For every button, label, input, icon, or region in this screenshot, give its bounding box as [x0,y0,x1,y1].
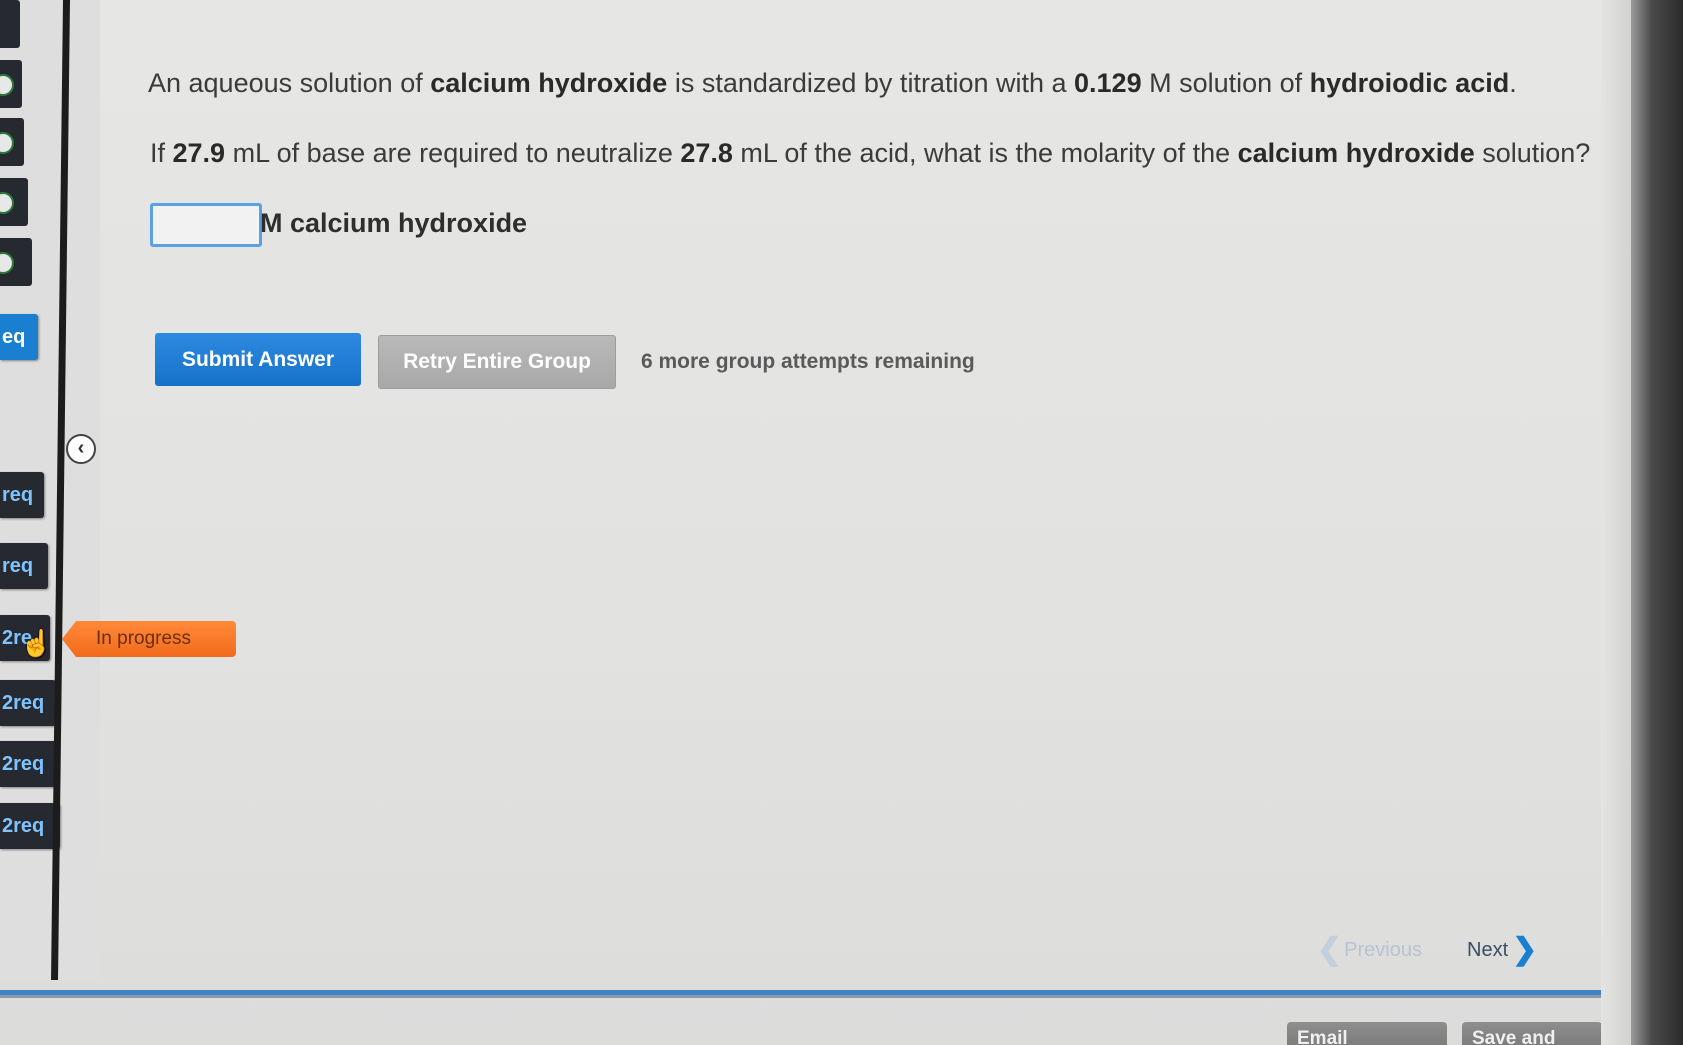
sidebar-item-label: 2req [2,815,45,837]
sidebar-item[interactable]: req [0,543,48,589]
sidebar-item[interactable]: 2req [0,680,56,726]
bold-text: 27.9 [172,138,226,168]
sidebar-item-current[interactable]: eq [0,314,38,360]
bold-text: calcium hydroxide [1237,138,1475,168]
sidebar-item-done[interactable] [0,0,20,48]
sidebar-item[interactable]: req [0,472,44,518]
text: . [1509,68,1517,98]
chevron-left-icon: ❮ [1317,933,1343,966]
question-panel: An aqueous solution of calcium hydroxide… [105,0,1595,980]
bold-text: hydroiodic acid [1309,68,1510,98]
text: If [150,138,173,168]
sidebar-item[interactable]: 2req [0,803,60,849]
email-instructor-button[interactable]: Email Instructor [1287,1022,1447,1045]
check-circle-icon [0,192,14,214]
next-label: Next [1467,939,1509,961]
sidebar-item-done[interactable] [0,178,28,226]
chevron-right-icon: ❯ [1512,933,1538,966]
monitor-bezel [1631,0,1683,1045]
question-text-line-1: An aqueous solution of calcium hydroxide… [148,68,1517,99]
screen: eq req req 2re 2req 2req 2req ‹ In progr… [0,0,1683,1045]
save-and-exit-button[interactable]: Save and Exit [1462,1022,1602,1045]
sidebar-item-label: eq [2,326,26,348]
text: is standardized by titration with a [667,68,1075,98]
previous-label: Previous [1344,939,1422,961]
chevron-left-icon[interactable]: ‹ [66,434,96,464]
bold-text: calcium hydroxide [430,68,668,98]
bold-text: 0.129 [1074,68,1142,98]
question-text-line-2: If 27.9 mL of base are required to neutr… [150,138,1590,169]
sidebar-item-label: 2req [2,753,45,775]
bold-text: 27.8 [680,138,733,168]
answer-input[interactable] [150,203,262,247]
footer-divider-shadow [0,995,1603,998]
retry-entire-group-button[interactable]: Retry Entire Group [378,335,616,389]
check-circle-icon [0,132,14,154]
answer-unit-label: M calcium hydroxide [260,208,528,238]
check-circle-icon [0,252,14,274]
next-link[interactable]: Next ❯ [1467,932,1537,967]
sidebar-item-label: req [2,555,34,577]
text: mL of base are required to neutralize [225,138,681,168]
hand-cursor-icon: ☝ [20,628,53,658]
text: solution? [1474,138,1591,168]
sidebar-item-done[interactable] [0,118,24,166]
text: mL of the acid, what is the molarity of … [732,138,1238,168]
sidebar-item[interactable]: 2req [0,741,58,787]
submit-answer-button[interactable]: Submit Answer [155,333,361,386]
text: M solution of [1141,68,1310,98]
attempts-remaining-text: 6 more group attempts remaining [641,350,975,373]
text: An aqueous solution of [148,68,431,98]
sidebar-item-label: req [2,484,34,506]
sidebar: eq req req 2re 2req 2req 2req [0,0,100,980]
check-circle-icon [0,74,14,96]
sidebar-item-label: 2req [2,692,45,714]
sidebar-item-done[interactable] [0,238,32,286]
previous-link[interactable]: ❮ Previous [1317,932,1422,967]
screen-edge [1601,0,1631,1045]
sidebar-item-done[interactable] [0,60,22,108]
